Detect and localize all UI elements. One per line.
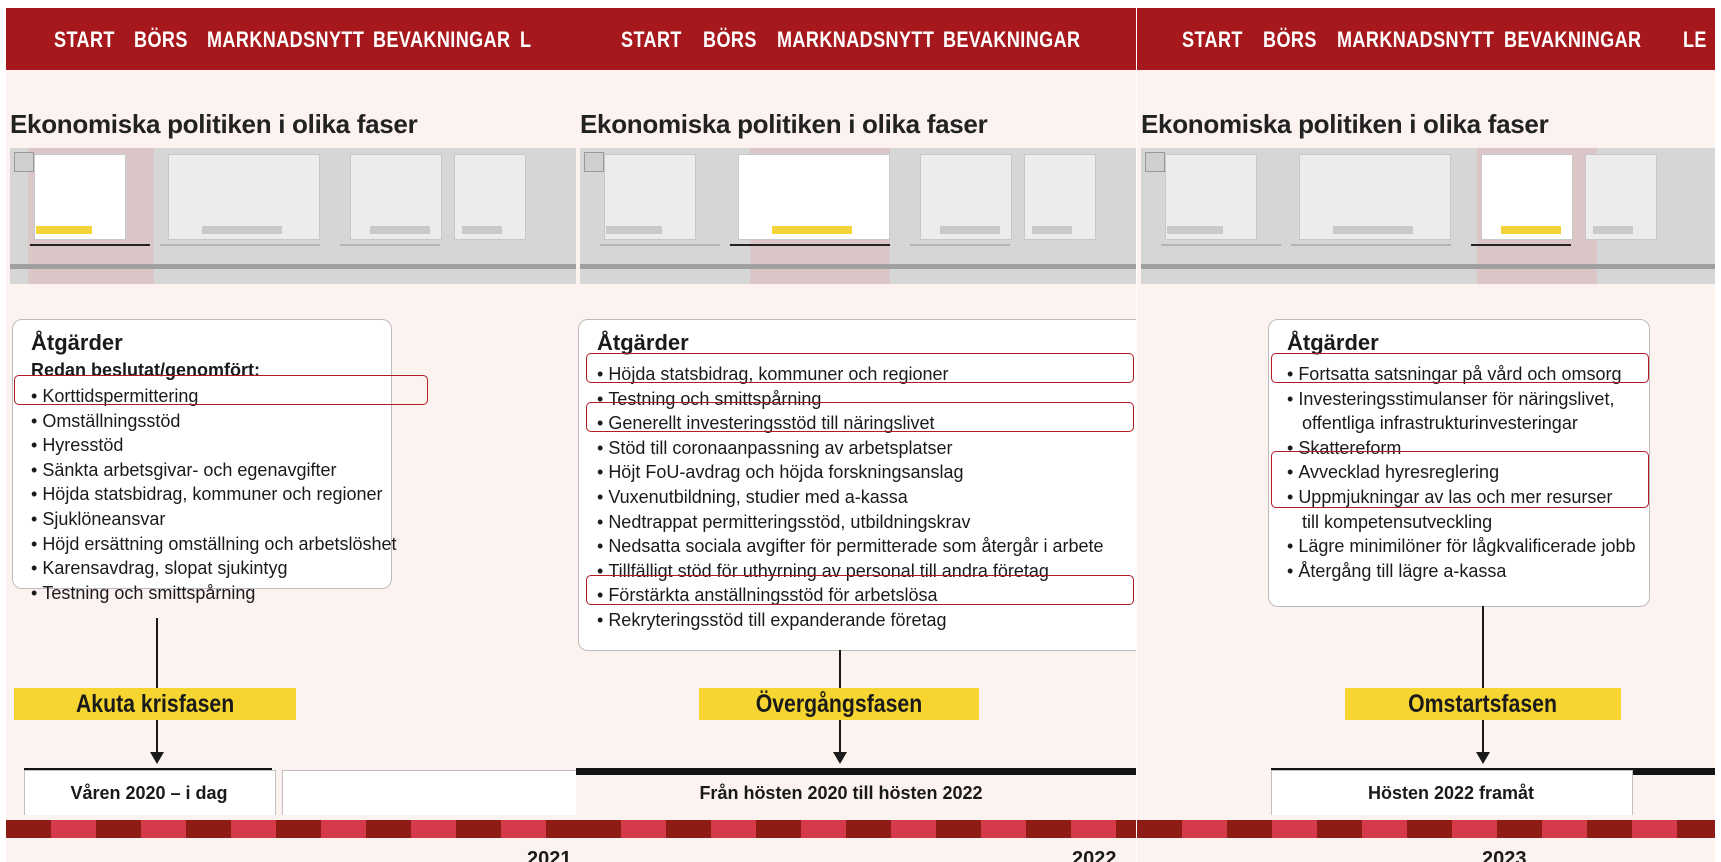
list-item: Omställningsstöd [31,409,397,434]
nav-bors[interactable]: BÖRS [703,27,757,53]
connector-line [1482,606,1484,688]
list-item: Investeringsstimulanser för näringslivet… [1287,387,1635,412]
highlight-box [586,402,1134,432]
highlight-box [1271,451,1649,508]
composite-image: START BÖRS MARKNADSNYTT BEVAKNINGAR L Ek… [0,0,1721,862]
logo-icon [14,152,34,172]
arrow-down-icon [1476,752,1490,764]
phase-label: Omstartsfasen [1345,688,1621,720]
timeline-stripe [1137,820,1715,838]
nav-marknadsnytt[interactable]: MARKNADSNYTT [777,27,934,53]
nav-start[interactable]: START [1182,27,1243,53]
connector-line [839,720,841,754]
period-label: Hösten 2022 framåt [1367,783,1535,803]
top-navigation: START BÖRS MARKNADSNYTT BEVAKNINGAR [576,8,1136,70]
timeline-segment [576,768,1136,775]
list-item: Nedsatta sociala avgifter för permittera… [597,534,1103,559]
list-item: Rekryteringsstöd till expanderande föret… [597,608,1104,633]
top-navigation: START BÖRS MARKNADSNYTT BEVAKNINGAR LE [1137,8,1715,70]
year-label: 2023 [1482,848,1527,862]
overview-thumbnail [580,148,1136,284]
nav-bors[interactable]: BÖRS [134,27,188,53]
overview-thumbnail [10,148,576,284]
overview-thumbnail [1141,148,1715,284]
nav-overflow[interactable]: LE [1683,27,1707,53]
list-item: offentliga infrastrukturinvesteringar [1302,413,1578,434]
period-label: Från hösten 2020 till hösten 2022 [699,783,983,803]
highlight-box [1271,353,1649,383]
list-item: Hyresstöd [31,433,397,458]
nav-bevakningar[interactable]: BEVAKNINGAR [1504,27,1641,53]
connector-line [839,650,841,688]
nav-start[interactable]: START [621,27,682,53]
connector-line [156,618,158,688]
list-item: Sjuklöneansvar [31,507,397,532]
list-item: Stöd till coronaanpassning av arbetsplat… [597,436,1104,461]
page-title: Ekonomiska politiken i olika faser [580,109,988,139]
highlight-box [586,353,1134,383]
phase-label: Akuta krisfasen [14,688,296,720]
nav-bevakningar[interactable]: BEVAKNINGAR [373,27,510,53]
card-heading: Åtgärder [31,330,123,355]
connector-line [156,720,158,754]
phase-label: Övergångsfasen [699,688,979,720]
nav-marknadsnytt[interactable]: MARKNADSNYTT [207,27,364,53]
list-item: Karensavdrag, slopat sjukintyg [31,556,397,581]
list-item: Höjd ersättning omställning och arbetslö… [31,532,396,557]
measures-card: Åtgärder Redan beslutat/genomfört: Kortt… [12,319,397,603]
year-label: 2022 [1072,848,1117,862]
panel-overgangsfasen: START BÖRS MARKNADSNYTT BEVAKNINGAR Ekon… [576,8,1136,862]
nav-bevakningar[interactable]: BEVAKNINGAR [943,27,1080,53]
highlight-box [586,575,1134,605]
page-title: Ekonomiska politiken i olika faser [1141,109,1549,139]
list-item: till kompetensutveckling [1302,511,1493,532]
arrow-down-icon [833,752,847,764]
arrow-down-icon [150,752,164,764]
measures-list: Korttidspermittering Omställningsstöd Hy… [31,384,397,606]
period-bracket [282,770,576,815]
logo-icon [584,152,604,172]
list-item: Återgång till lägre a-kassa [1287,559,1635,584]
panel-omstartsfasen: START BÖRS MARKNADSNYTT BEVAKNINGAR LE E… [1137,8,1715,862]
panel-akuta-krisfasen: START BÖRS MARKNADSNYTT BEVAKNINGAR L Ek… [6,8,576,862]
timeline-stripe [576,820,1136,838]
nav-bors[interactable]: BÖRS [1263,27,1317,53]
timeline-stripe [6,820,576,838]
logo-icon [1145,152,1165,172]
nav-marknadsnytt[interactable]: MARKNADSNYTT [1337,27,1494,53]
list-item: Testning och smittspårning [31,581,397,606]
list-item: Sänkta arbetsgivar- och egenavgifter [31,458,397,483]
list-item: Lägre minimilöner för lågkvalificerade j… [1287,534,1635,559]
page-title: Ekonomiska politiken i olika faser [10,109,418,139]
list-item: Nedtrappat permitteringsstöd, utbildning… [597,510,1104,535]
year-label: 2021 [527,848,572,862]
highlight-box [14,375,428,405]
list-item: Höjt FoU-avdrag och höjda forskningsansl… [597,460,1104,485]
list-item: Höjda statsbidrag, kommuner och regioner [31,482,397,507]
period-label: Våren 2020 – i dag [70,783,228,803]
top-navigation: START BÖRS MARKNADSNYTT BEVAKNINGAR L [6,8,576,70]
list-item: Vuxenutbildning, studier med a-kassa [597,485,1104,510]
nav-start[interactable]: START [54,27,115,53]
nav-overflow[interactable]: L [520,27,531,53]
connector-line [1482,720,1484,754]
